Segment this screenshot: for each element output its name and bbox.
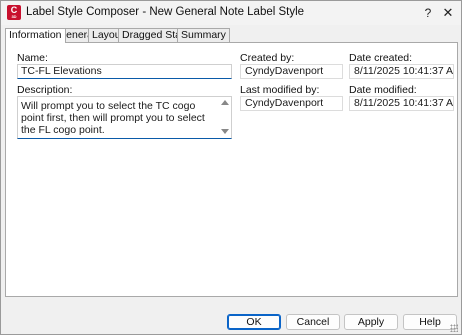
- last-modified-by-label: Last modified by:: [240, 84, 320, 96]
- tab-information[interactable]: Information: [5, 28, 66, 43]
- civil3d-app-icon: C 3D: [7, 5, 21, 20]
- description-text: Will prompt you to select the TC cogo po…: [21, 100, 205, 136]
- date-created-field: 8/11/2025 10:41:37 AM: [349, 64, 454, 79]
- scroll-down-icon[interactable]: [221, 129, 229, 135]
- window-title: Label Style Composer - New General Note …: [26, 6, 305, 18]
- tab-summary[interactable]: Summary: [177, 28, 230, 42]
- created-by-label: Created by:: [240, 52, 295, 64]
- ok-button[interactable]: OK: [227, 314, 281, 330]
- resize-grip-icon[interactable]: [450, 324, 458, 332]
- last-modified-by-field: CyndyDavenport: [240, 96, 343, 111]
- dialog-footer: OK Cancel Apply Help: [1, 307, 461, 335]
- close-icon[interactable]: ✕: [439, 4, 457, 22]
- app-icon-sublabel: 3D: [11, 14, 17, 19]
- description-label: Description:: [17, 84, 73, 96]
- description-textarea[interactable]: Will prompt you to select the TC cogo po…: [17, 96, 232, 139]
- created-by-field: CyndyDavenport: [240, 64, 343, 79]
- date-modified-label: Date modified:: [349, 84, 417, 96]
- information-panel: Name: TC-FL Elevations Description: Will…: [5, 42, 458, 297]
- help-button[interactable]: Help: [403, 314, 457, 330]
- help-icon[interactable]: ?: [419, 4, 437, 22]
- dialog-window: C 3D Label Style Composer - New General …: [0, 0, 462, 335]
- apply-button[interactable]: Apply: [344, 314, 398, 330]
- name-label: Name:: [17, 52, 48, 64]
- cancel-button[interactable]: Cancel: [286, 314, 340, 330]
- title-bar: C 3D Label Style Composer - New General …: [1, 1, 461, 25]
- name-input[interactable]: TC-FL Elevations: [17, 64, 232, 79]
- date-modified-field: 8/11/2025 10:41:37 AM: [349, 96, 454, 111]
- date-created-label: Date created:: [349, 52, 413, 64]
- scroll-up-icon[interactable]: [221, 100, 229, 106]
